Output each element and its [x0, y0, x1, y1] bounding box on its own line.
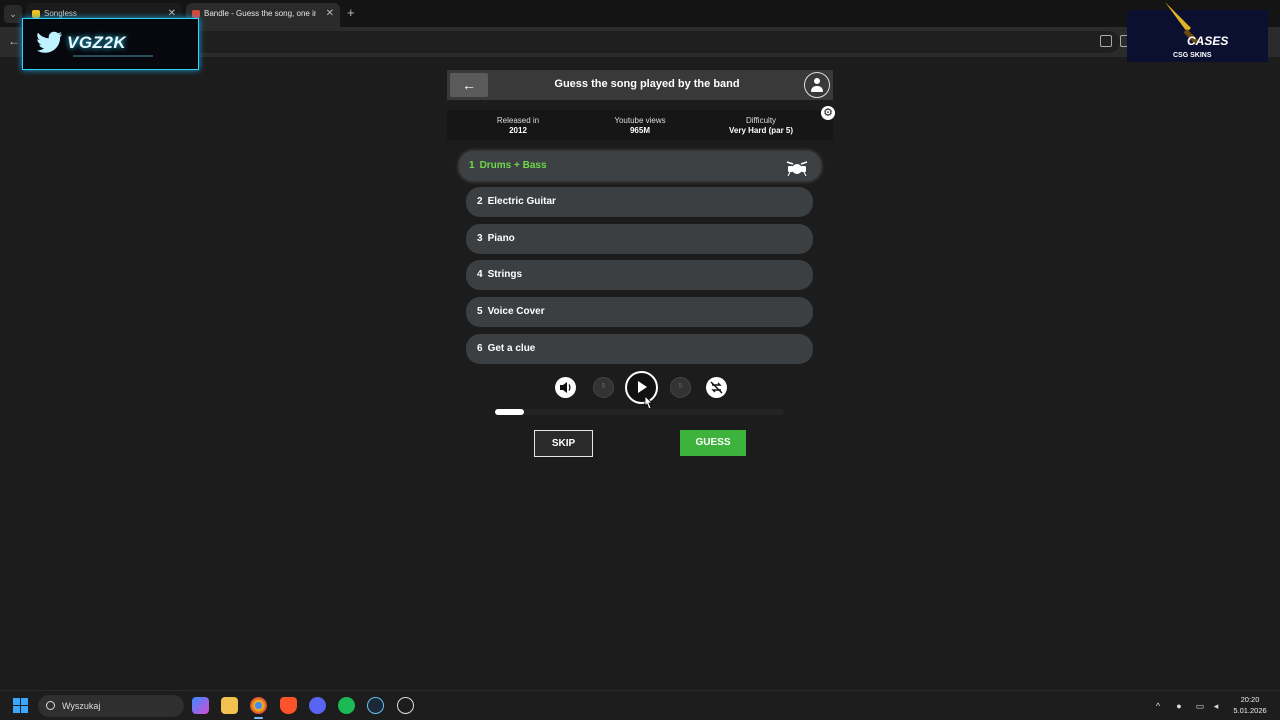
views-label: Youtube views	[614, 116, 666, 125]
stage-number: 3	[477, 233, 483, 244]
twitter-bird-icon	[37, 31, 62, 53]
new-tab-button[interactable]: +	[347, 5, 355, 20]
stage-number: 6	[477, 343, 483, 354]
stage-label: Strings	[487, 269, 523, 280]
user-icon-body	[811, 86, 823, 92]
address-bar[interactable]	[180, 31, 1120, 53]
guess-button[interactable]: GUESS	[680, 430, 746, 456]
released-label: Released in	[496, 116, 540, 125]
skip-button[interactable]: SKIP	[534, 430, 593, 457]
stage-number: 1	[469, 160, 475, 171]
repeat-off-icon	[710, 381, 723, 394]
speaker-icon	[560, 382, 571, 393]
bandle-favicon-icon	[192, 10, 200, 18]
microphone-icon[interactable]: ●	[1174, 701, 1184, 711]
stage-label: Get a clue	[487, 343, 536, 354]
app-back-button[interactable]: ←	[450, 73, 488, 97]
stage-number: 5	[477, 306, 483, 317]
stage-label: Drums + Bass	[479, 160, 547, 171]
audio-progress-fill	[495, 409, 524, 415]
browser-back-button[interactable]: ←	[8, 34, 20, 48]
close-tab-icon[interactable]: ✕	[326, 3, 334, 25]
page-title: Guess the song played by the band	[554, 78, 740, 90]
repeat-toggle-button[interactable]	[706, 377, 727, 398]
song-info-bar: Released in 2012 Youtube views 965M Diff…	[447, 110, 833, 140]
stage-number: 2	[477, 196, 483, 207]
stage-item-3[interactable]: 3 Piano	[466, 224, 813, 254]
stage-label: Piano	[487, 233, 515, 244]
knife-icon	[1165, 2, 1200, 46]
streamer-logo-overlay: VGZ2K	[22, 18, 199, 70]
stage-item-6[interactable]: 6 Get a clue	[466, 334, 813, 364]
difficulty-label: Difficulty	[745, 116, 777, 125]
cases-logo-subtitle: CSG SKINS	[1173, 52, 1212, 59]
stage-label: Electric Guitar	[487, 196, 556, 207]
songless-favicon-icon	[32, 10, 40, 18]
taskbar-clock[interactable]: 20:20 5.01.2026	[1226, 694, 1274, 716]
tab-search-button[interactable]: ⌄	[4, 5, 22, 23]
windows-taskbar: Wyszukaj ^ ● ▭ ◂ 20:20 5.01.2026	[0, 690, 1280, 720]
drum-kit-icon	[786, 161, 808, 176]
mouse-cursor-icon	[644, 395, 653, 410]
stage-item-2[interactable]: 2 Electric Guitar	[466, 187, 813, 217]
chrome-icon[interactable]	[250, 697, 267, 719]
search-icon	[46, 701, 55, 710]
settings-gear-icon[interactable]: ⚙	[821, 106, 835, 120]
views-value: 965M	[629, 126, 650, 135]
vgz-logo-underline	[73, 55, 153, 57]
network-icon[interactable]: ▭	[1195, 701, 1205, 711]
translate-icon[interactable]	[1100, 35, 1112, 47]
tab-bandle[interactable]: Bandle - Guess the song, one instrument …	[186, 3, 340, 27]
tab-label: Bandle - Guess the song, one instrument …	[204, 9, 316, 18]
clock-time: 20:20	[1240, 695, 1260, 704]
vgz-logo-text: VGZ2K	[67, 33, 127, 52]
windows-start-icon[interactable]	[13, 698, 29, 714]
user-icon	[814, 78, 820, 84]
stage-label: Voice Cover	[487, 306, 545, 317]
brave-icon[interactable]	[280, 697, 297, 714]
user-profile-button[interactable]	[804, 72, 830, 98]
audio-progress-bar[interactable]	[495, 409, 784, 415]
sponsor-overlay: CASES CSG SKINS	[1127, 2, 1268, 62]
spotify-icon[interactable]	[338, 697, 355, 714]
speaker-tray-icon[interactable]: ◂	[1211, 701, 1221, 711]
volume-button[interactable]	[555, 377, 576, 398]
tray-chevron-icon[interactable]: ^	[1153, 701, 1163, 711]
stage-item-1[interactable]: 1 Drums + Bass	[459, 151, 821, 181]
clock-date: 5.01.2026	[1233, 706, 1267, 715]
rewind-5-button[interactable]: 5	[593, 377, 614, 398]
cases-logo-text: CASES	[1187, 34, 1229, 48]
released-value: 2012	[509, 126, 527, 135]
forward-5-button[interactable]: 5	[670, 377, 691, 398]
app-header: ← Guess the song played by the band	[447, 70, 833, 100]
released-info: Released in 2012	[483, 116, 553, 135]
search-placeholder: Wyszukaj	[62, 701, 101, 711]
taskbar-search-input[interactable]: Wyszukaj	[38, 695, 184, 717]
stage-item-4[interactable]: 4 Strings	[466, 260, 813, 290]
views-info: Youtube views 965M	[605, 116, 675, 135]
app-icon[interactable]	[397, 697, 414, 714]
difficulty-value: Very Hard (par 5)	[728, 126, 794, 135]
discord-icon[interactable]	[309, 697, 326, 714]
copilot-icon[interactable]	[192, 697, 209, 714]
steam-icon[interactable]	[367, 697, 384, 714]
difficulty-info: Difficulty Very Hard (par 5)	[711, 116, 811, 135]
stage-item-5[interactable]: 5 Voice Cover	[466, 297, 813, 327]
stage-number: 4	[477, 269, 483, 280]
file-explorer-icon[interactable]	[221, 697, 238, 714]
